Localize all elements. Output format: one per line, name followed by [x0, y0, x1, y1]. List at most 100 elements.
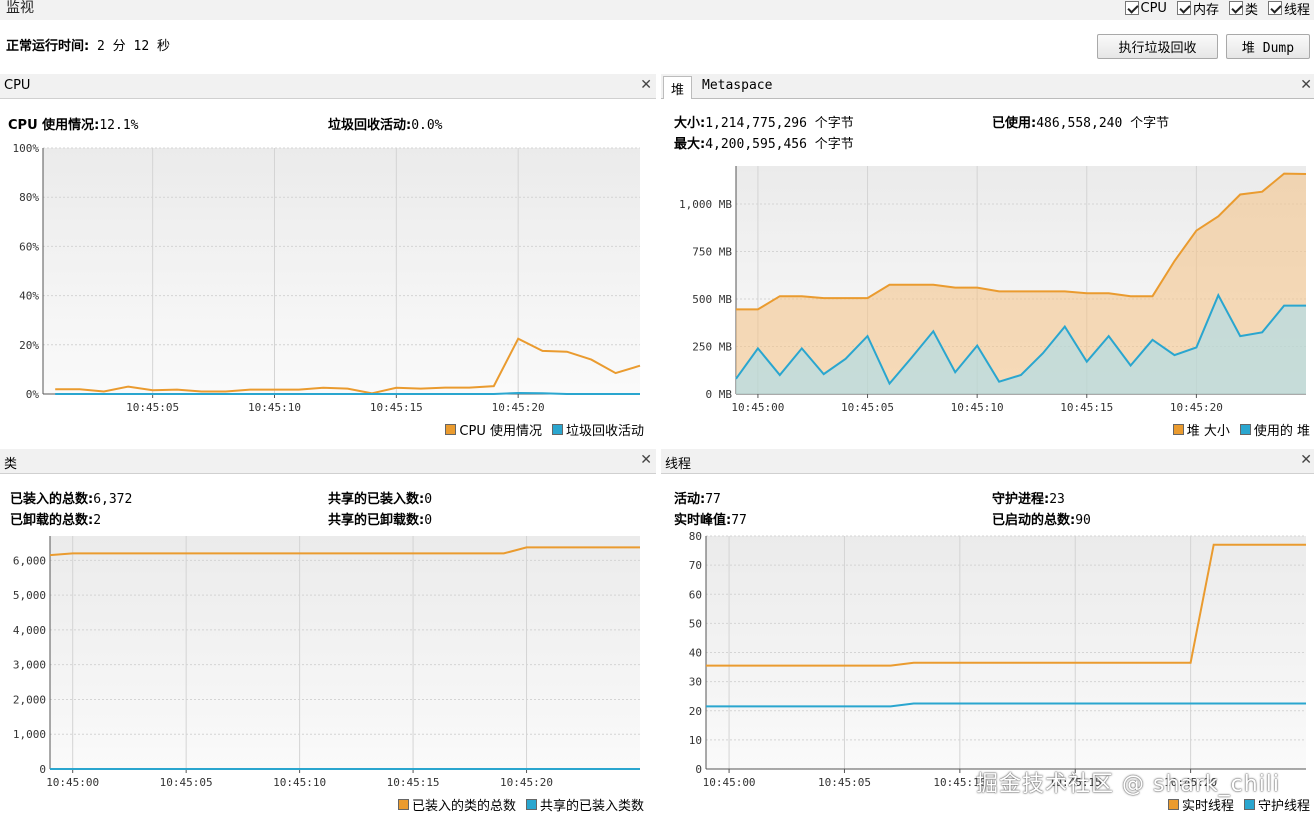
legend-item: 垃圾回收活动: [551, 420, 644, 439]
close-icon[interactable]: ✕: [1300, 77, 1312, 93]
threads-live-label: 活动:: [674, 492, 706, 507]
y-tick-label: 100%: [13, 142, 40, 155]
y-tick-label: 1,000 MB: [679, 198, 732, 211]
toggle-cpu-label: CPU: [1140, 0, 1167, 16]
threads-daemon-label: 守护进程:: [992, 492, 1050, 507]
cpu-usage-value: 12.1%: [99, 118, 139, 133]
y-tick-label: 750 MB: [692, 246, 732, 259]
close-icon[interactable]: ✕: [1300, 452, 1312, 468]
legend-swatch-blue: [1243, 799, 1255, 810]
threads-peak-label: 实时峰值:: [674, 513, 732, 528]
classes-panel-title: 类: [4, 457, 18, 472]
cpu-panel-title: CPU: [4, 78, 31, 93]
x-tick-label: 10:45:05: [818, 776, 871, 789]
legend-label: 使用的 堆: [1253, 424, 1310, 439]
x-tick-label: 10:45:10: [951, 401, 1004, 414]
toggle-threads-label: 线程: [1283, 2, 1310, 18]
threads-panel: 线程 ✕ 活动:77 实时峰值:77 守护进程:23 已启动的总数:90 0 10…: [661, 449, 1314, 819]
y-tick-label: 2,000: [13, 693, 46, 706]
cpu-panel: CPU ✕ CPU 使用情况:12.1% 垃圾回收活动:0.0% 0% 20% 40…: [0, 74, 656, 442]
threads-peak-value: 77: [731, 513, 747, 528]
y-tick-label: 40%: [19, 290, 39, 303]
monitor-title: 监视: [6, 0, 34, 16]
y-tick-label: 3,000: [13, 659, 46, 672]
heap-legend: 堆 大小 使用的 堆: [1172, 420, 1310, 439]
tab-heap[interactable]: 堆: [663, 76, 693, 99]
shared-unloaded-stat: 共享的已卸载数:0: [328, 509, 432, 528]
threads-started-value: 90: [1075, 513, 1091, 528]
legend-label: 已装入的类的总数: [411, 799, 516, 814]
x-tick-label: 10:45:10: [273, 776, 326, 789]
legend-swatch-blue: [551, 424, 563, 435]
threads-started-label: 已启动的总数:: [992, 513, 1076, 528]
shared-loaded-value: 0: [424, 492, 433, 507]
y-tick-label: 40: [689, 647, 702, 660]
x-tick-label: 10:45:05: [160, 776, 213, 789]
heap-used-label: 已使用:: [992, 116, 1037, 131]
classes-panel: 类 ✕ 已装入的总数:6,372 已卸载的总数:2 共享的已装入数:0 共享的已…: [0, 449, 656, 819]
heap-size-label: 大小:: [674, 116, 706, 131]
cpu-usage-stat: CPU 使用情况:12.1%: [8, 114, 139, 133]
toggle-threads[interactable]: 线程: [1267, 0, 1310, 18]
toggle-classes[interactable]: 类: [1228, 0, 1258, 18]
tab-metaspace[interactable]: Metaspace: [695, 76, 779, 99]
shared-loaded-label: 共享的已装入数:: [328, 492, 425, 507]
y-tick-label: 70: [689, 559, 702, 572]
legend-label: 垃圾回收活动: [565, 424, 644, 439]
close-icon[interactable]: ✕: [640, 77, 652, 93]
x-tick-label: 10:45:15: [370, 401, 423, 414]
x-tick-label: 10:45:15: [387, 776, 440, 789]
checkbox-checked-icon[interactable]: [1176, 1, 1191, 15]
checkbox-checked-icon[interactable]: [1124, 1, 1139, 15]
x-tick-label: 10:45:00: [703, 776, 756, 789]
checkbox-checked-icon[interactable]: [1228, 1, 1243, 15]
classes-legend: 已装入的类的总数 共享的已装入类数: [397, 795, 644, 814]
close-icon[interactable]: ✕: [640, 452, 652, 468]
heap-max-value: 4,200,595,456 个字节: [705, 137, 854, 152]
y-tick-label: 0: [39, 763, 46, 776]
legend-item: 堆 大小: [1172, 420, 1230, 439]
y-tick-label: 0 MB: [706, 388, 733, 401]
classes-unloaded-stat: 已卸载的总数:2: [10, 509, 101, 528]
y-tick-label: 20%: [19, 339, 39, 352]
toggle-cpu[interactable]: CPU: [1124, 0, 1167, 16]
heap-max-label: 最大:: [674, 137, 706, 152]
checkbox-checked-icon[interactable]: [1267, 1, 1282, 15]
x-tick-label: 10:45:05: [126, 401, 179, 414]
shared-unloaded-label: 共享的已卸载数:: [328, 513, 425, 528]
y-tick-label: 6,000: [13, 554, 46, 567]
gc-activity-value: 0.0%: [411, 118, 443, 133]
heap-used-value: 486,558,240 个字节: [1036, 116, 1170, 131]
toggle-classes-label: 类: [1244, 2, 1258, 18]
classes-unloaded-value: 2: [93, 513, 102, 528]
cpu-legend: CPU 使用情况 垃圾回收活动: [445, 420, 644, 439]
uptime-value: 2 分 12 秒: [97, 39, 170, 54]
heap-size-stat: 大小:1,214,775,296 个字节: [674, 112, 854, 131]
watermark: 掘金技术社区 @ shark_chili: [976, 772, 1281, 797]
y-tick-label: 500 MB: [692, 293, 732, 306]
threads-panel-titlebar: 线程 ✕: [661, 449, 1314, 474]
y-tick-label: 1,000: [13, 728, 46, 741]
heap-dump-button[interactable]: 堆 Dump: [1226, 34, 1310, 59]
y-tick-label: 60: [689, 588, 702, 601]
legend-swatch-orange: [1172, 424, 1184, 435]
classes-panel-titlebar: 类 ✕: [0, 449, 656, 474]
heap-chart: 0 MB 250 MB 500 MB 750 MB 1,000 MB 10:45:00 10…: [679, 166, 1307, 414]
y-tick-label: 60%: [19, 240, 39, 253]
toggle-memory-label: 内存: [1192, 2, 1219, 18]
cpu-panel-titlebar: CPU ✕: [0, 74, 656, 99]
classes-loaded-value: 6,372: [93, 492, 133, 507]
uptime: 正常运行时间: 2 分 12 秒: [6, 35, 170, 54]
x-tick-label: 10:45:20: [500, 776, 553, 789]
y-tick-label: 50: [689, 617, 702, 630]
classes-unloaded-label: 已卸载的总数:: [10, 513, 94, 528]
threads-live-value: 77: [705, 492, 721, 507]
cpu-usage-label: CPU 使用情况:: [8, 118, 100, 133]
toggle-memory[interactable]: 内存: [1176, 0, 1219, 18]
x-tick-label: 10:45:05: [841, 401, 894, 414]
heap-size-value: 1,214,775,296 个字节: [705, 116, 854, 131]
x-tick-label: 10:45:20: [492, 401, 545, 414]
perform-gc-button[interactable]: 执行垃圾回收: [1097, 34, 1218, 59]
legend-label: 堆 大小: [1186, 424, 1230, 439]
threads-peak-stat: 实时峰值:77: [674, 509, 747, 528]
